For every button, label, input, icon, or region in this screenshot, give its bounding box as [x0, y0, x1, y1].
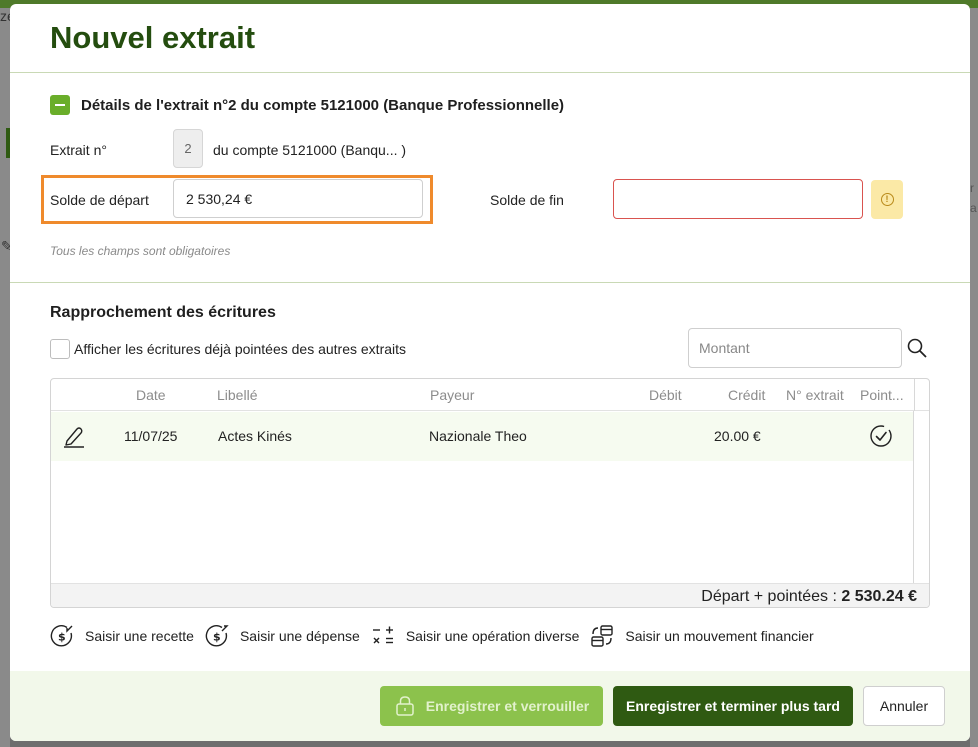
solde-depart-input[interactable]: 2 530,24 €: [173, 179, 423, 218]
background-right-fragment: r: [970, 181, 974, 195]
lock-icon: [396, 696, 414, 716]
solde-fin-label: Solde de fin: [490, 192, 564, 208]
solde-fin-input[interactable]: [613, 179, 863, 219]
table-row[interactable]: 11/07/25 Actes Kinés Nazionale Theo 20.0…: [51, 412, 913, 461]
cell-payeur: Nazionale Theo: [429, 428, 527, 444]
modal-header: Nouvel extrait: [10, 4, 970, 73]
details-section-header[interactable]: Détails de l'extrait n°2 du compte 51210…: [50, 95, 564, 115]
compte-text: du compte 5121000 (Banqu... ): [213, 142, 407, 158]
saisir-depense-label: Saisir une dépense: [239, 628, 360, 644]
balance-summary-value: 2 530.24 €: [841, 588, 917, 605]
saisir-operation-action[interactable]: Saisir une opération diverse: [371, 624, 580, 648]
save-and-lock-button[interactable]: Enregistrer et verrouiller: [380, 686, 603, 726]
table-footer: Départ + pointées : 2 530.24 €: [51, 583, 929, 607]
balance-summary-label: Départ + pointées :: [701, 588, 842, 605]
saisir-mouvement-label: Saisir un mouvement financier: [625, 628, 814, 644]
saisir-mouvement-action[interactable]: Saisir un mouvement financier: [590, 624, 814, 648]
cell-date: 11/07/25: [124, 428, 178, 444]
column-header-date[interactable]: Date: [136, 387, 166, 403]
saisir-recette-action[interactable]: $ Saisir une recette: [50, 624, 194, 648]
section-divider: [10, 282, 970, 283]
column-header-pointage[interactable]: Point...: [860, 387, 904, 403]
edit-icon[interactable]: [63, 424, 85, 448]
quick-actions-bar: $ Saisir une recette $ Saisir une dépens…: [50, 622, 825, 650]
svg-text:$: $: [213, 631, 221, 644]
depense-icon: $: [205, 625, 229, 647]
cancel-button[interactable]: Annuler: [863, 686, 945, 726]
search-icon[interactable]: [906, 337, 928, 359]
show-pointed-checkbox[interactable]: [50, 339, 70, 359]
header-separator: [914, 379, 915, 411]
mouvement-icon: [591, 625, 614, 647]
modal-title: Nouvel extrait: [50, 20, 256, 55]
save-and-lock-label: Enregistrer et verrouiller: [425, 698, 590, 714]
table-scrollbar[interactable]: [913, 411, 914, 583]
details-section-title: Détails de l'extrait n°2 du compte 51210…: [81, 96, 565, 114]
column-header-libelle[interactable]: Libellé: [217, 387, 257, 403]
background-right-fragment: a: [970, 201, 977, 215]
saisir-operation-label: Saisir une opération diverse: [405, 628, 580, 644]
reconciliation-table: Date Libellé Payeur Débit Crédit N° extr…: [50, 378, 930, 608]
required-fields-note: Tous les champs sont obligatoires: [50, 244, 231, 258]
operation-icon: [372, 626, 393, 644]
extrait-number-label: Extrait n°: [50, 142, 107, 158]
background-right-text: r a: [970, 178, 978, 218]
background-left-edge: [0, 8, 10, 747]
cell-credit: 20.00 €: [714, 428, 761, 444]
save-finish-later-button[interactable]: Enregistrer et terminer plus tard: [613, 686, 853, 726]
show-pointed-label[interactable]: Afficher les écritures déjà pointées des…: [74, 341, 406, 357]
column-header-debit[interactable]: Débit: [649, 387, 682, 403]
nouvel-extrait-modal: Nouvel extrait Détails de l'extrait n°2 …: [10, 4, 970, 741]
saisir-recette-label: Saisir une recette: [85, 628, 194, 644]
column-header-credit[interactable]: Crédit: [728, 387, 765, 403]
table-header: Date Libellé Payeur Débit Crédit N° extr…: [51, 379, 929, 411]
pointed-check-icon[interactable]: [869, 424, 893, 448]
balance-summary: Départ + pointées : 2 530.24 €: [701, 588, 917, 606]
warning-icon: !: [880, 193, 894, 206]
extrait-number-field: 2: [173, 129, 203, 168]
svg-text:$: $: [58, 631, 66, 644]
recette-icon: $: [50, 625, 73, 647]
column-header-payeur[interactable]: Payeur: [430, 387, 474, 403]
saisir-depense-action[interactable]: $ Saisir une dépense: [205, 624, 360, 648]
cell-libelle: Actes Kinés: [218, 428, 292, 444]
solde-depart-label: Solde de départ: [50, 192, 149, 208]
column-header-extrait[interactable]: N° extrait: [786, 387, 844, 403]
background-right-edge: [970, 8, 978, 747]
collapse-icon[interactable]: [50, 95, 70, 115]
amount-search-input[interactable]: Montant: [688, 328, 902, 368]
warning-button[interactable]: !: [871, 180, 903, 219]
rapprochement-title: Rapprochement des écritures: [50, 304, 276, 321]
